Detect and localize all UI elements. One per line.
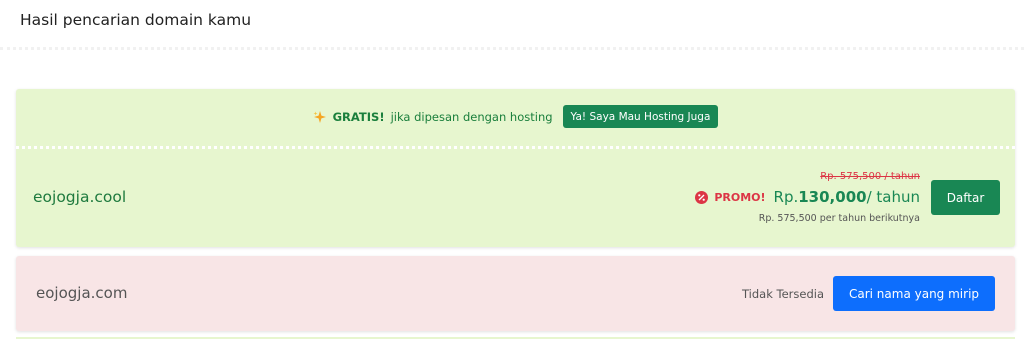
promo-label: PROMO! bbox=[714, 190, 766, 204]
price-amount: 130,000 bbox=[798, 188, 867, 206]
bottom-divider bbox=[16, 337, 1015, 339]
original-price: Rp. 575,500 / tahun bbox=[820, 171, 920, 182]
available-domain-name: eojogja.cool bbox=[33, 188, 127, 206]
renewal-note: Rp. 575,500 per tahun berikutnya bbox=[758, 213, 920, 224]
promo-price-line: PROMO! Rp.130,000/ tahun bbox=[695, 185, 920, 209]
price-block: Rp. 575,500 / tahun PROMO! Rp.130,000/ t… bbox=[695, 171, 920, 224]
price-suffix: / tahun bbox=[866, 188, 920, 206]
add-hosting-button[interactable]: Ya! Saya Mau Hosting Juga bbox=[562, 105, 719, 128]
availability-status: Tidak Tersedia bbox=[741, 287, 824, 301]
promo-price: Rp.130,000/ tahun bbox=[774, 188, 920, 206]
price-prefix: Rp. bbox=[773, 188, 799, 206]
hosting-promo-text: jika dipesan dengan hosting bbox=[390, 109, 553, 124]
available-domain-card: GRATIS! jika dipesan dengan hosting Ya! … bbox=[16, 89, 1015, 247]
page-title: Hasil pencarian domain kamu bbox=[20, 11, 252, 29]
register-button[interactable]: Daftar bbox=[931, 180, 1000, 215]
gratis-label: GRATIS! bbox=[332, 109, 385, 124]
unavailable-domain-card: eojogja.com Tidak Tersedia Cari nama yan… bbox=[16, 256, 1015, 331]
hosting-promo-bar: GRATIS! jika dipesan dengan hosting Ya! … bbox=[16, 89, 1015, 144]
card-divider bbox=[16, 146, 1015, 149]
percent-icon bbox=[695, 190, 709, 204]
sparkle-icon bbox=[313, 110, 327, 124]
unavailable-domain-name: eojogja.com bbox=[36, 284, 128, 302]
title-divider bbox=[0, 47, 1024, 50]
find-similar-button[interactable]: Cari nama yang mirip bbox=[833, 276, 995, 311]
